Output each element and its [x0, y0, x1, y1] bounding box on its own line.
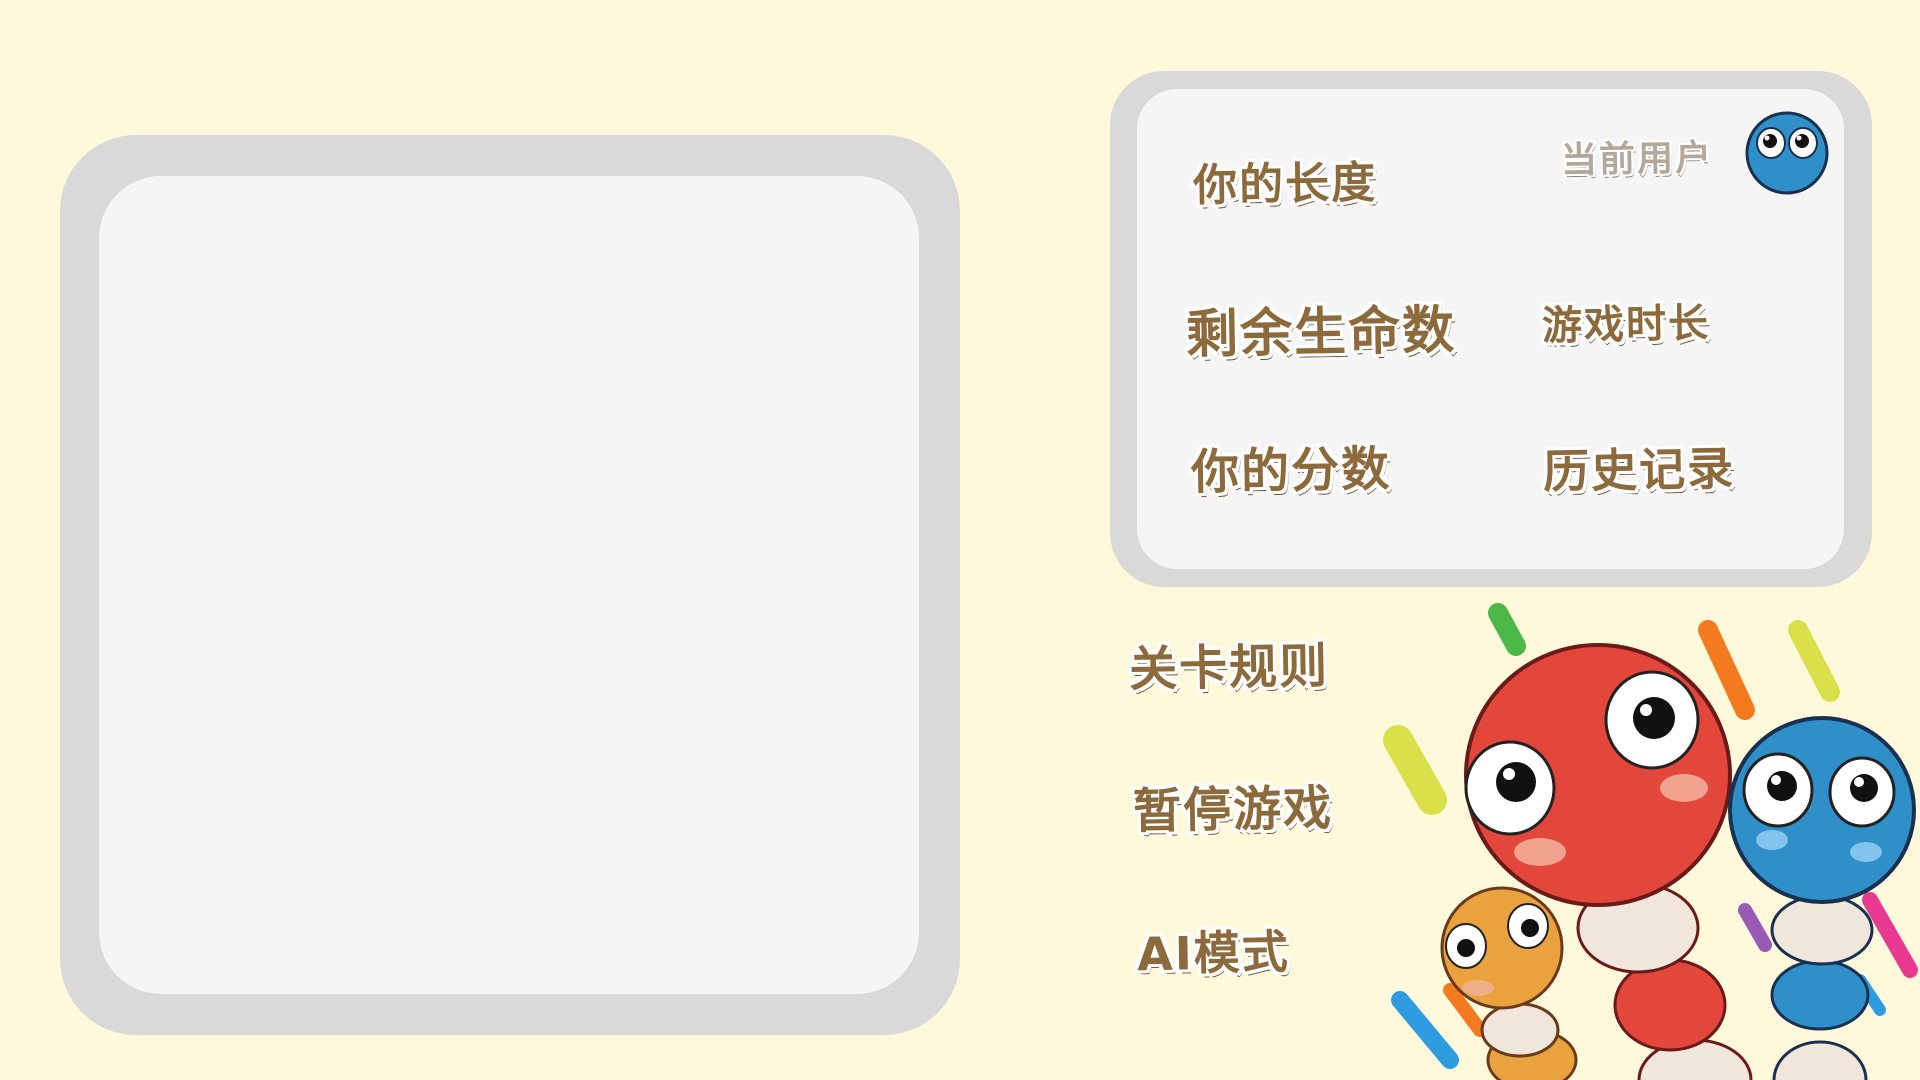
game-time-label: 游戏时长 — [1541, 300, 1711, 350]
game-board[interactable] — [99, 176, 919, 994]
current-user-label: 当前用户 — [1560, 137, 1714, 182]
snake-mascots-illustration — [1383, 603, 1918, 1080]
orange-snake — [1440, 886, 1578, 1080]
user-avatar[interactable] — [1745, 111, 1829, 195]
blue-snake — [1728, 716, 1916, 1080]
game-board-frame — [60, 135, 960, 1035]
score-label: 你的分数 — [1190, 441, 1392, 501]
length-label: 你的长度 — [1192, 157, 1378, 212]
blue-snake-face-icon — [1745, 111, 1829, 195]
history-button[interactable]: 历史记录 — [1542, 432, 1736, 501]
level-rules-button[interactable]: 关卡规则 — [1128, 626, 1330, 699]
ai-mode-button[interactable]: AI模式 — [1136, 916, 1291, 985]
lives-label: 剩余生命数 — [1185, 300, 1457, 366]
pause-game-button[interactable]: 暂停游戏 — [1132, 768, 1334, 841]
